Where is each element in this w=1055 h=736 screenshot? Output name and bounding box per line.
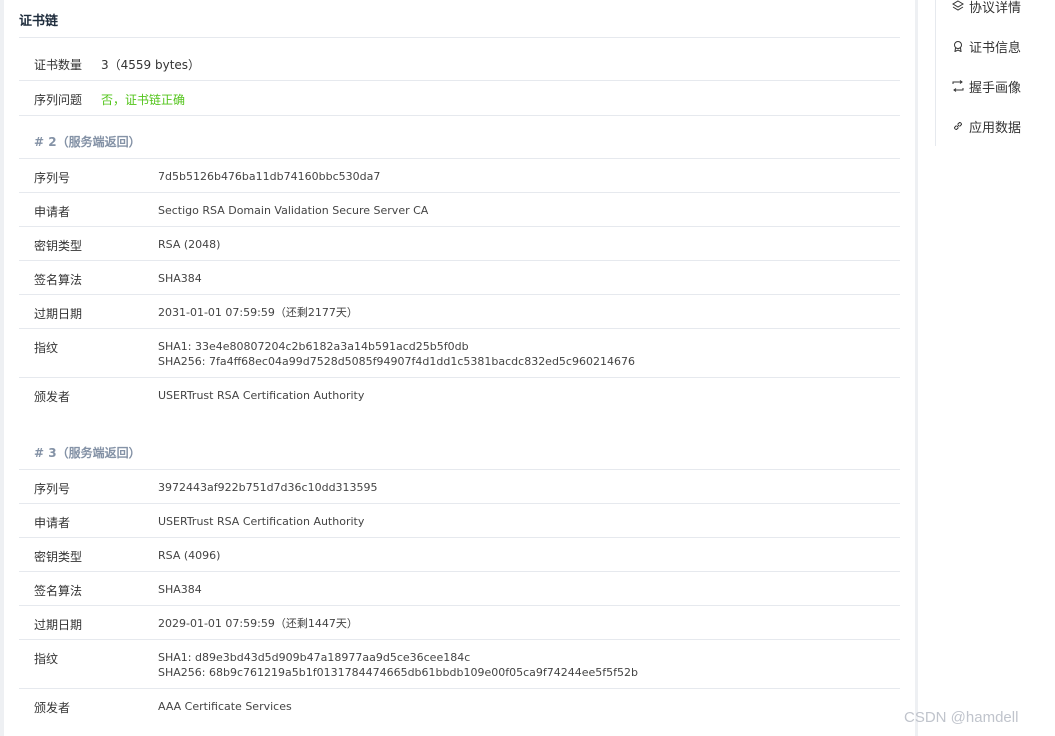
- link-icon: [953, 121, 963, 131]
- summary-label: 序列问题: [34, 93, 83, 107]
- nav-item-protocol-details[interactable]: 协议详情: [952, 0, 1021, 16]
- row-value: Sectigo RSA Domain Validation Secure Ser…: [158, 204, 429, 217]
- title-divider: [19, 37, 900, 38]
- certificate-chain-panel: 证书链 证书数量 3（4559 bytes） 序列问题 否，证书链正确 # 2（…: [4, 0, 916, 736]
- nav-item-certificate-info[interactable]: 证书信息: [952, 36, 1021, 56]
- row-label: 序列号: [34, 482, 71, 496]
- cert-row: 过期日期 2029-01-01 07:59:59（还剩1447天）: [19, 605, 900, 640]
- cert-row-fingerprint: 指纹 SHA1: 33e4e80807204c2b6182a3a14b591ac…: [19, 328, 900, 378]
- cert-row: 序列号 7d5b5126b476ba11db74160bbc530da7: [19, 158, 900, 193]
- watermark: CSDN @hamdell: [904, 709, 1019, 726]
- cert-row: 密钥类型 RSA (4096): [19, 537, 900, 572]
- row-label: 指纹: [34, 341, 59, 355]
- row-label: 密钥类型: [34, 550, 83, 564]
- row-value: 2031-01-01 07:59:59（还剩2177天）: [158, 306, 358, 319]
- row-label: 指纹: [34, 652, 59, 666]
- row-value: 7d5b5126b476ba11db74160bbc530da7: [158, 170, 381, 183]
- side-nav: 协议详情 证书信息 握手画像 应用数据: [935, 0, 1055, 146]
- section-title: 证书链: [19, 14, 59, 29]
- cert-row: 序列号 3972443af922b751d7d36c10dd313595: [19, 469, 900, 504]
- cert-row: 颁发者 AAA Certificate Services: [19, 688, 900, 723]
- nav-item-label: 证书信息: [969, 40, 1022, 56]
- row-value: RSA (4096): [158, 549, 221, 562]
- cert-row: 过期日期 2031-01-01 07:59:59（还剩2177天）: [19, 294, 900, 329]
- row-label: 申请者: [34, 516, 71, 530]
- fingerprint-sha1: SHA1: d89e3bd43d5d909b47a18977aa9d5ce36c…: [158, 651, 471, 664]
- nav-item-application-data[interactable]: 应用数据: [952, 116, 1021, 136]
- row-label: 过期日期: [34, 618, 83, 632]
- panel-divider: [915, 0, 918, 736]
- summary-label: 证书数量: [34, 58, 83, 72]
- row-label: 签名算法: [34, 584, 83, 598]
- nav-item-label: 握手画像: [969, 80, 1022, 96]
- badge-icon: [954, 41, 962, 52]
- cert-row: 申请者 Sectigo RSA Domain Validation Secure…: [19, 192, 900, 227]
- layers-icon: [952, 0, 964, 11]
- cert-heading: # 3（服务端返回）: [34, 446, 141, 460]
- row-label: 颁发者: [34, 390, 71, 404]
- row-label: 序列号: [34, 171, 71, 185]
- summary-value: 3（4559 bytes）: [101, 58, 201, 72]
- row-label: 申请者: [34, 205, 71, 219]
- cert-row: 签名算法 SHA384: [19, 571, 900, 606]
- row-label: 颁发者: [34, 701, 71, 715]
- exchange-icon: [952, 80, 964, 92]
- nav-item-label: 应用数据: [969, 120, 1022, 136]
- summary-row-count: 证书数量 3（4559 bytes）: [19, 46, 900, 81]
- fingerprint-sha256: SHA256: 68b9c761219a5b1f0131784474665db6…: [158, 666, 638, 679]
- row-value: 3972443af922b751d7d36c10dd313595: [158, 481, 378, 494]
- fingerprint-sha256: SHA256: 7fa4ff68ec04a99d7528d5085f94907f…: [158, 355, 635, 368]
- cert-row: 签名算法 SHA384: [19, 260, 900, 295]
- cert-heading: # 2（服务端返回）: [34, 135, 141, 149]
- row-label: 签名算法: [34, 273, 83, 287]
- row-value: SHA384: [158, 583, 202, 596]
- summary-row-order: 序列问题 否，证书链正确: [19, 81, 900, 116]
- cert-row-fingerprint: 指纹 SHA1: d89e3bd43d5d909b47a18977aa9d5ce…: [19, 639, 900, 689]
- row-value: USERTrust RSA Certification Authority: [158, 515, 365, 528]
- row-label: 过期日期: [34, 307, 83, 321]
- cert-row: 密钥类型 RSA (2048): [19, 226, 900, 261]
- row-value: RSA (2048): [158, 238, 221, 251]
- nav-item-label: 协议详情: [969, 0, 1022, 16]
- chain-status-value: 否，证书链正确: [101, 93, 186, 107]
- row-value: 2029-01-01 07:59:59（还剩1447天）: [158, 617, 358, 630]
- cert-row: 申请者 USERTrust RSA Certification Authorit…: [19, 503, 900, 538]
- nav-item-handshake-profile[interactable]: 握手画像: [952, 76, 1021, 96]
- cert-row: 颁发者 USERTrust RSA Certification Authorit…: [19, 377, 900, 412]
- row-value: SHA384: [158, 272, 202, 285]
- row-label: 密钥类型: [34, 239, 83, 253]
- row-value: USERTrust RSA Certification Authority: [158, 389, 365, 402]
- fingerprint-sha1: SHA1: 33e4e80807204c2b6182a3a14b591acd25…: [158, 340, 469, 353]
- row-value: AAA Certificate Services: [158, 700, 292, 713]
